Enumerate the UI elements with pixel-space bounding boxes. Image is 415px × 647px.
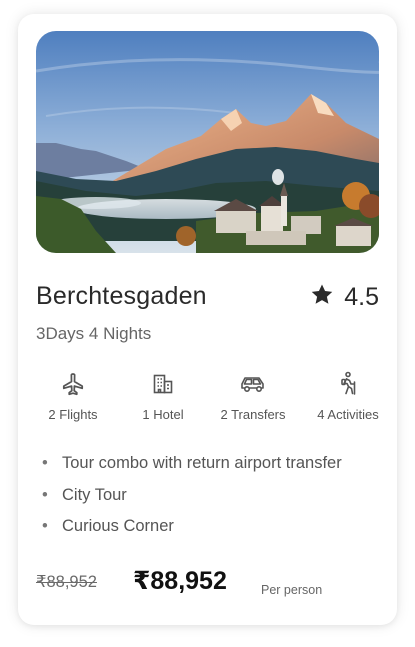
highlights-list: • Tour combo with return airport transfer… [42, 451, 342, 546]
destination-photo [36, 31, 379, 253]
price-row: ₹88,952 ₹88,952 Per person [36, 566, 379, 606]
discounted-price: ₹88,952 [133, 567, 227, 595]
car-icon [208, 369, 298, 399]
inclusion-activities: 4 Activities [303, 369, 393, 422]
highlight-item: • City Tour [42, 485, 127, 504]
hiker-icon [303, 369, 393, 399]
rating-value: 4.5 [344, 282, 379, 311]
rating: 4.5 [310, 282, 379, 312]
inclusion-flights: 2 Flights [28, 369, 118, 422]
inclusion-transfers: 2 Transfers [208, 369, 298, 422]
inclusion-label: 2 Transfers [220, 407, 286, 422]
highlight-text: Tour combo with return airport transfer [62, 454, 342, 472]
highlight-item: • Curious Corner [42, 517, 174, 535]
title-row: Berchtesgaden 4.5 [36, 282, 379, 316]
destination-title: Berchtesgaden [36, 282, 207, 310]
package-card[interactable]: Berchtesgaden 4.5 3Days 4 Nights 2 Fligh… [18, 14, 397, 625]
inclusion-label: 1 Hotel [142, 407, 184, 422]
hotel-icon [118, 369, 208, 399]
highlight-item: • Tour combo with return airport transfer [42, 454, 342, 472]
inclusion-label: 2 Flights [48, 407, 98, 422]
inclusion-hotel: 1 Hotel [118, 369, 208, 422]
trip-duration: 3Days 4 Nights [36, 324, 152, 343]
star-icon [310, 283, 334, 311]
original-price: ₹88,952 [36, 573, 97, 591]
inclusion-label: 4 Activities [317, 407, 379, 422]
inclusions: 2 Flights 1 Hotel 2 Transfers 4 Activiti… [28, 369, 388, 429]
airplane-icon [28, 369, 118, 399]
highlight-text: City Tour [62, 485, 127, 504]
price-unit: Per person [261, 583, 323, 597]
highlight-text: Curious Corner [62, 517, 174, 535]
